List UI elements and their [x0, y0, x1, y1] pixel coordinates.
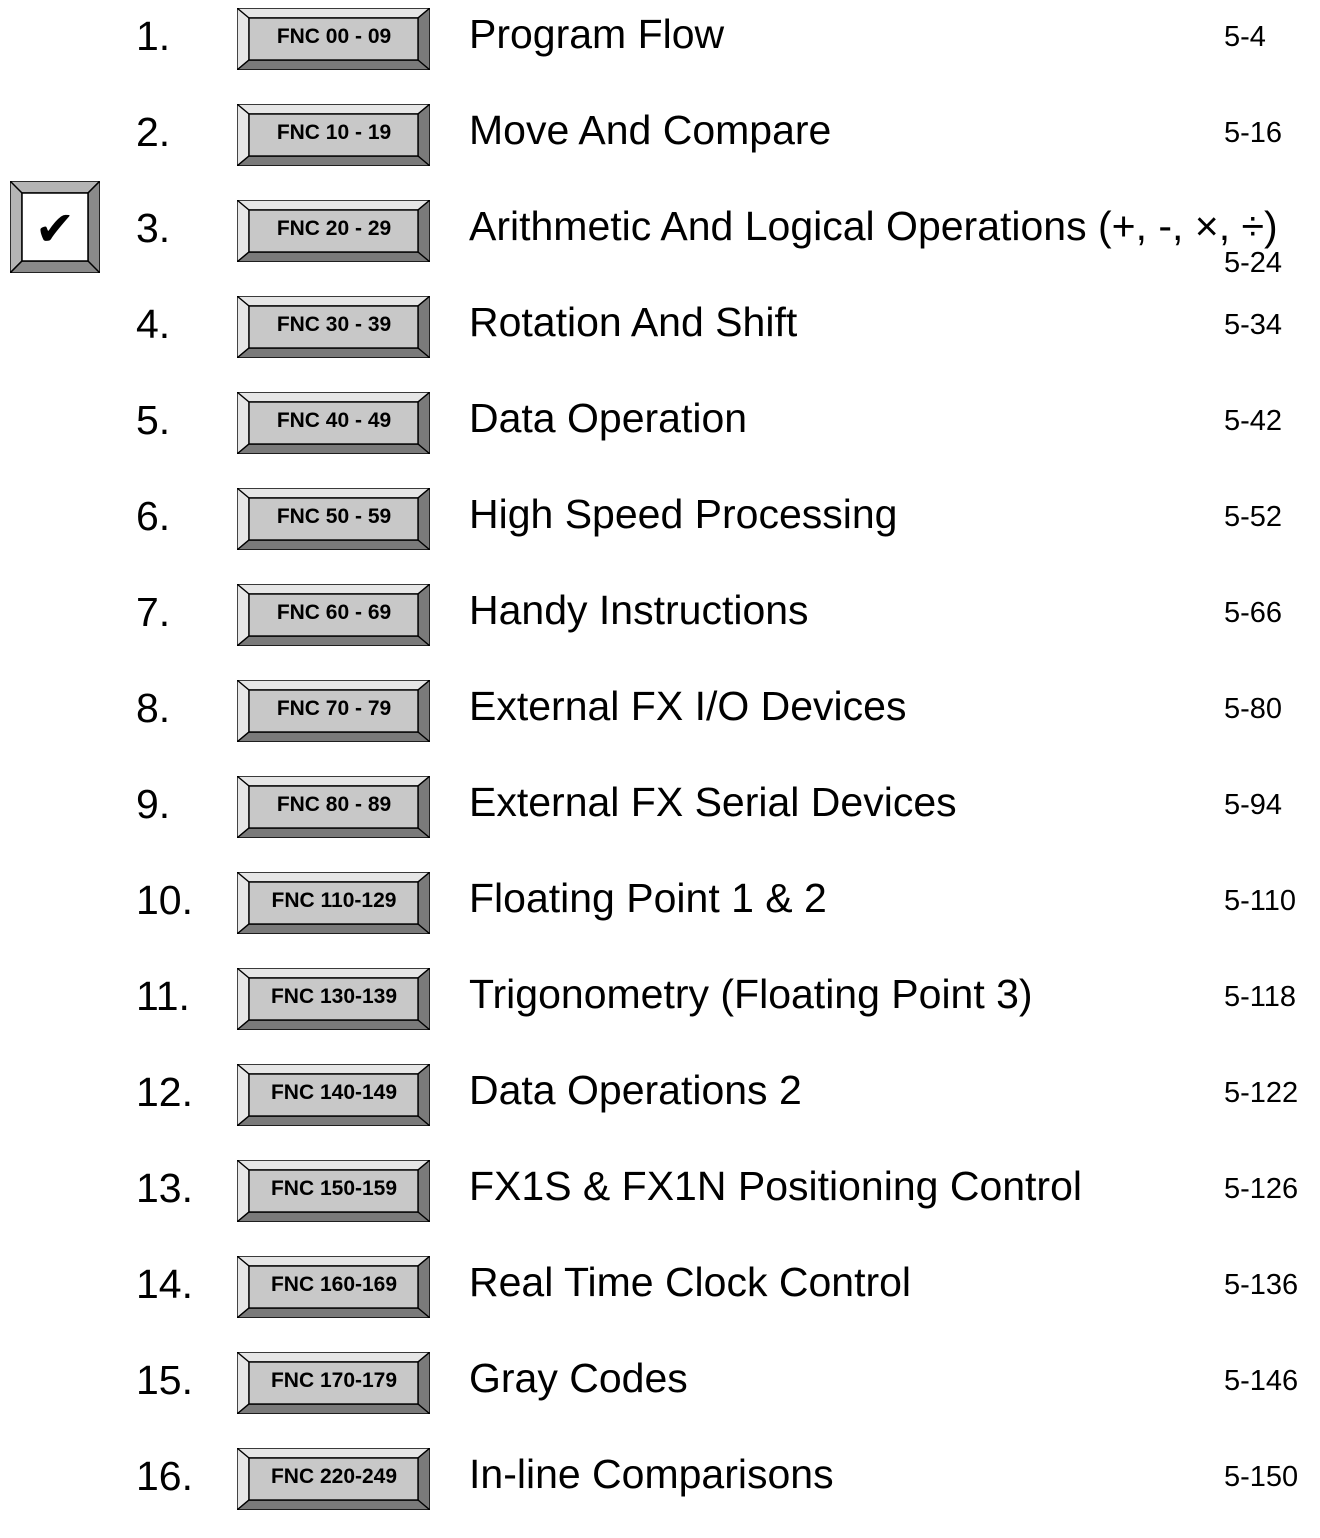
fnc-range-badge: FNC 130-139	[237, 968, 430, 1030]
section-title: External FX Serial Devices	[469, 779, 957, 825]
page-number: 5-122	[1224, 1077, 1299, 1109]
section-number: 6.	[136, 493, 171, 539]
fnc-range-label: FNC 50 - 59	[276, 505, 392, 528]
section-title: FX1S & FX1N Positioning Control	[469, 1163, 1082, 1209]
page-number: 5-118	[1224, 981, 1297, 1013]
section-title: External FX I/O Devices	[469, 683, 907, 729]
section-number: 4.	[136, 301, 171, 347]
section-number: 8.	[136, 685, 171, 731]
section-number: 9.	[136, 781, 171, 827]
fnc-range-badge: FNC 60 - 69	[237, 584, 430, 646]
section-title: Gray Codes	[469, 1355, 688, 1401]
section-title: Arithmetic And Logical Operations (+, -,…	[469, 203, 1278, 249]
section-title: Handy Instructions	[469, 587, 809, 633]
toc-row: 5. FNC 40 - 49 Data Operation 5-42	[0, 386, 1320, 482]
toc-row: 8. FNC 70 - 79 External FX I/O Devices 5-80	[0, 674, 1320, 770]
fnc-range-label: FNC 70 - 79	[276, 697, 392, 720]
fnc-range-label: FNC 220-249	[270, 1465, 398, 1488]
page-number: 5-66	[1224, 597, 1283, 629]
toc-row: 12. FNC 140-149 Data Operations 2 5-122	[0, 1058, 1320, 1154]
fnc-range-badge: FNC 220-249	[237, 1448, 430, 1510]
section-title: Real Time Clock Control	[469, 1259, 912, 1305]
section-title: Data Operation	[469, 395, 748, 441]
toc-row: 16. FNC 220-249 In-line Comparisons 5-150	[0, 1442, 1320, 1538]
fnc-range-badge: FNC 70 - 79	[237, 680, 430, 742]
section-number: 12.	[136, 1069, 193, 1115]
fnc-range-label: FNC 60 - 69	[276, 601, 392, 624]
page-number: 5-80	[1224, 693, 1283, 725]
section-number: 3.	[136, 205, 171, 251]
fnc-range-badge: FNC 80 - 89	[237, 776, 430, 838]
section-title: Rotation And Shift	[469, 299, 798, 345]
page-number: 5-42	[1224, 405, 1283, 437]
fnc-range-badge: FNC 30 - 39	[237, 296, 430, 358]
section-number: 11.	[136, 973, 190, 1019]
toc-row: 9. FNC 80 - 89 External FX Serial Devices 5…	[0, 770, 1320, 866]
section-number: 14.	[136, 1261, 193, 1307]
fnc-range-badge: FNC 40 - 49	[237, 392, 430, 454]
section-number: 7.	[136, 589, 171, 635]
section-number: 16.	[136, 1453, 193, 1499]
fnc-range-label: FNC 130-139	[270, 985, 398, 1008]
section-number: 10.	[136, 877, 193, 923]
fnc-range-label: FNC 170-179	[270, 1369, 398, 1392]
section-title: Trigonometry (Floating Point 3)	[469, 971, 1033, 1017]
toc-row: 13. FNC 150-159 FX1S & FX1N Positioning Co…	[0, 1154, 1320, 1250]
fnc-range-badge: FNC 170-179	[237, 1352, 430, 1414]
fnc-range-label: FNC 150-159	[270, 1177, 398, 1200]
fnc-range-label: FNC 20 - 29	[276, 217, 392, 240]
section-number: 5.	[136, 397, 171, 443]
section-number: 1.	[136, 13, 171, 59]
toc-row: 15. FNC 170-179 Gray Codes 5-146	[0, 1346, 1320, 1442]
toc-row: 6. FNC 50 - 59 High Speed Processing 5-52	[0, 482, 1320, 578]
toc-row: 14. FNC 160-169 Real Time Clock Control 5-1…	[0, 1250, 1320, 1346]
toc-row: 4. FNC 30 - 39 Rotation And Shift 5-34	[0, 290, 1320, 386]
fnc-range-badge: FNC 150-159	[237, 1160, 430, 1222]
page-number: 5-4	[1224, 21, 1266, 53]
toc-row: 2. FNC 10 - 19 Move And Compare 5-16	[0, 98, 1320, 194]
fnc-range-badge: FNC 140-149	[237, 1064, 430, 1126]
fnc-range-label: FNC 80 - 89	[276, 793, 392, 816]
section-number: 13.	[136, 1165, 193, 1211]
section-title: In-line Comparisons	[469, 1451, 834, 1497]
fnc-range-label: FNC 10 - 19	[276, 121, 392, 144]
page-number: 5-150	[1224, 1461, 1299, 1493]
toc-row: 1. FNC 00 - 09 Program Flow 5-4	[0, 2, 1320, 98]
fnc-range-badge: FNC 20 - 29	[237, 200, 430, 262]
page-number: 5-136	[1224, 1269, 1299, 1301]
section-title: Floating Point 1 & 2	[469, 875, 827, 921]
page-number: 5-52	[1224, 501, 1283, 533]
section-number: 2.	[136, 109, 171, 155]
section-title: Program Flow	[469, 11, 725, 57]
fnc-range-badge: FNC 00 - 09	[237, 8, 430, 70]
page-number: 5-34	[1224, 309, 1283, 341]
fnc-range-label: FNC 30 - 39	[276, 313, 392, 336]
fnc-range-label: FNC 110-129	[271, 889, 397, 912]
fnc-range-label: FNC 160-169	[270, 1273, 398, 1296]
page-number: 5-110	[1224, 885, 1297, 917]
fnc-range-label: FNC 40 - 49	[276, 409, 392, 432]
page-number: 5-94	[1224, 789, 1283, 821]
fnc-range-label: FNC 00 - 09	[276, 25, 392, 48]
page-number: 5-126	[1224, 1173, 1299, 1205]
fnc-range-badge: FNC 160-169	[237, 1256, 430, 1318]
fnc-range-label: FNC 140-149	[270, 1081, 398, 1104]
page-number: 5-24	[1224, 247, 1283, 279]
section-title: High Speed Processing	[469, 491, 898, 537]
fnc-range-badge: FNC 110-129	[237, 872, 430, 934]
section-title: Move And Compare	[469, 107, 832, 153]
fnc-range-badge: FNC 10 - 19	[237, 104, 430, 166]
toc-row: 11. FNC 130-139 Trigonometry (Floating Poi…	[0, 962, 1320, 1058]
section-title: Data Operations 2	[469, 1067, 802, 1113]
toc-row: 7. FNC 60 - 69 Handy Instructions 5-66	[0, 578, 1320, 674]
page-number: 5-16	[1224, 117, 1283, 149]
page-number: 5-146	[1224, 1365, 1299, 1397]
toc-row: 10. FNC 110-129 Floating Point 1 & 2 5-110	[0, 866, 1320, 962]
fnc-range-badge: FNC 50 - 59	[237, 488, 430, 550]
toc-row: 3. FNC 20 - 29 Arithmetic And Logical Oper…	[0, 194, 1320, 290]
section-number: 15.	[136, 1357, 193, 1403]
